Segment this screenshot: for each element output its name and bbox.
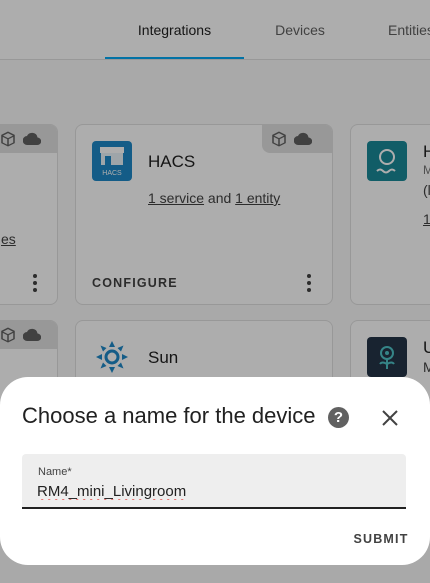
submit-button[interactable]: SUBMIT (346, 528, 416, 550)
name-field[interactable]: Name* (22, 454, 406, 509)
integrations-page: Integrations Devices Entities es HACS HA… (0, 0, 430, 583)
help-icon[interactable]: ? (328, 407, 349, 428)
name-field-label: Name* (38, 466, 72, 478)
dialog-title: Choose a name for the device (22, 403, 316, 428)
name-input[interactable] (37, 480, 397, 502)
name-device-dialog: Choose a name for the device ? Name* SUB… (0, 377, 430, 565)
close-icon[interactable] (380, 408, 400, 428)
